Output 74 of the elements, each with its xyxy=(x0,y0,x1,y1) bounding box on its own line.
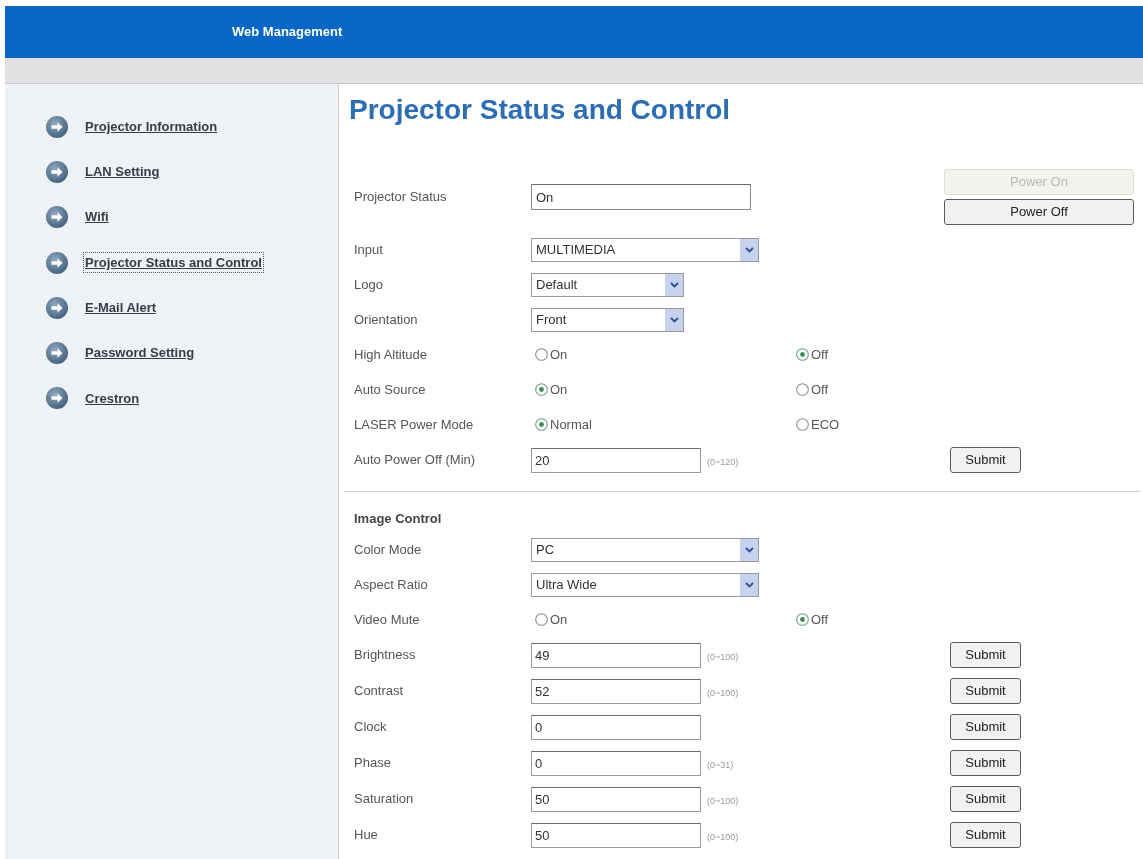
chevron-down-icon xyxy=(665,273,683,296)
radio-option[interactable]: ECO xyxy=(796,414,840,435)
arrow-circle-icon xyxy=(46,251,68,274)
dropdown[interactable]: PC xyxy=(531,537,759,562)
dropdown[interactable]: Ultra Wide xyxy=(531,572,759,597)
range-hint: (0~100) xyxy=(707,795,739,809)
field-label: Color Mode xyxy=(354,540,423,559)
radio-option[interactable]: Normal xyxy=(535,414,592,435)
field-label: Brightness xyxy=(354,646,417,665)
chevron-down-icon xyxy=(740,573,758,596)
app-title: Web Management xyxy=(232,23,343,42)
field-label: Hue xyxy=(354,826,379,845)
nav-link[interactable]: E-Mail Alert xyxy=(83,297,159,319)
field-label: Aspect Ratio xyxy=(354,575,429,594)
field-label: Logo xyxy=(354,275,384,294)
number-field[interactable]: 52 xyxy=(531,678,701,704)
range-hint: (0~100) xyxy=(707,831,739,845)
dropdown[interactable]: Front xyxy=(531,307,684,332)
nav-link[interactable]: Projector Information xyxy=(83,115,220,138)
field-label: LASER Power Mode xyxy=(354,415,475,434)
arrow-circle-icon xyxy=(46,387,68,410)
arrow-circle-icon xyxy=(46,160,68,183)
power-button[interactable]: Power Off xyxy=(944,199,1134,225)
range-hint: (0~100) xyxy=(707,687,739,701)
radio-option[interactable]: Off xyxy=(796,609,829,630)
field-label: Projector Status xyxy=(354,188,448,207)
nav-link[interactable]: Crestron xyxy=(83,387,142,410)
number-field[interactable]: 0 xyxy=(531,750,701,776)
range-hint: (0~31) xyxy=(707,759,734,773)
section-title: Image Control xyxy=(354,510,442,529)
submit-button[interactable]: Submit xyxy=(950,447,1021,473)
submit-button[interactable]: Submit xyxy=(950,642,1021,668)
number-field[interactable]: 50 xyxy=(531,786,701,812)
field-label: Auto Source xyxy=(354,380,427,399)
field-label: Clock xyxy=(354,718,388,737)
submit-button[interactable]: Submit xyxy=(950,750,1021,776)
submit-button[interactable]: Submit xyxy=(950,678,1021,704)
chevron-down-icon xyxy=(665,308,683,331)
number-field[interactable]: 20 xyxy=(531,447,701,473)
nav-link[interactable]: LAN Setting xyxy=(83,161,162,183)
arrow-circle-icon xyxy=(46,296,68,319)
number-field[interactable]: 50 xyxy=(531,822,701,848)
radio-option[interactable]: Off xyxy=(796,344,829,365)
submit-button[interactable]: Submit xyxy=(950,786,1021,812)
arrow-circle-icon xyxy=(46,342,68,365)
range-hint: (0~120) xyxy=(707,456,739,470)
field-label: Saturation xyxy=(354,790,415,809)
dropdown[interactable]: MULTIMEDIA xyxy=(531,237,759,262)
chevron-down-icon xyxy=(740,538,758,561)
nav-link[interactable]: Projector Status and Control xyxy=(83,251,264,274)
field-label: High Altitude xyxy=(354,345,428,364)
page-title: Projector Status and Control xyxy=(348,93,732,126)
field-label: Contrast xyxy=(354,682,405,701)
field-label: Video Mute xyxy=(354,610,421,629)
dropdown[interactable]: Default xyxy=(531,272,684,297)
nav-link[interactable]: Password Setting xyxy=(83,342,197,364)
radio-option[interactable]: On xyxy=(535,609,568,630)
number-field[interactable]: 0 xyxy=(531,714,701,740)
number-field[interactable]: 49 xyxy=(531,642,701,668)
field-label: Phase xyxy=(354,754,392,773)
field-label: Auto Power Off (Min) xyxy=(354,451,477,470)
range-hint: (0~100) xyxy=(707,651,739,665)
field-label: Orientation xyxy=(354,310,419,329)
radio-option[interactable]: On xyxy=(535,344,568,365)
submit-button[interactable]: Submit xyxy=(950,822,1021,848)
arrow-circle-icon xyxy=(46,115,68,138)
radio-option[interactable]: Off xyxy=(796,379,829,400)
chevron-down-icon xyxy=(740,238,758,261)
nav-link[interactable]: Wifi xyxy=(83,206,111,228)
radio-option[interactable]: On xyxy=(535,379,568,400)
text-field[interactable]: On xyxy=(531,184,751,210)
arrow-circle-icon xyxy=(46,206,68,229)
submit-button[interactable]: Submit xyxy=(950,714,1021,740)
field-label: Input xyxy=(354,240,384,259)
